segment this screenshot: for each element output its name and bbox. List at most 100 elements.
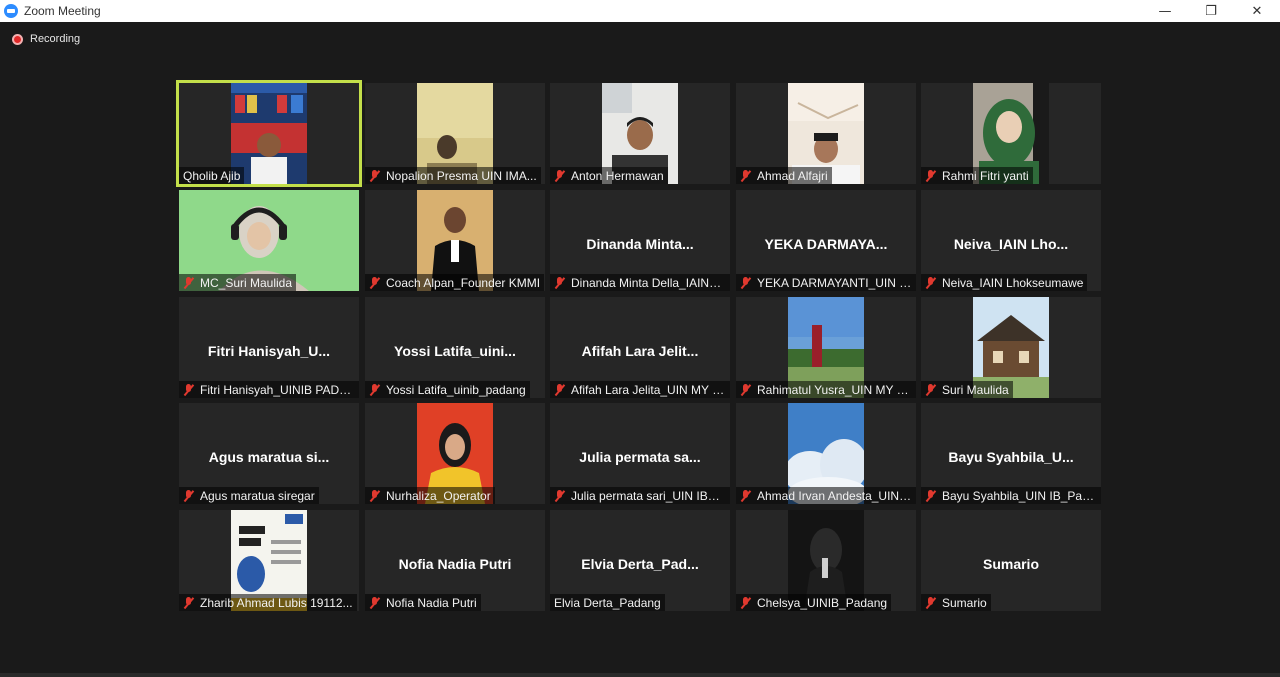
participant-name-label: Nofia Nadia Putri xyxy=(365,594,481,611)
restore-button[interactable]: ❐ xyxy=(1188,0,1234,22)
participant-tile[interactable]: Bayu Syahbila_U... Bayu Syahbila_UIN IB_P… xyxy=(921,403,1101,504)
participant-name: Rahmi Fitri yanti xyxy=(942,168,1029,183)
participant-display-name: Yossi Latifa_uini... xyxy=(394,343,516,359)
participant-tile[interactable]: Neiva_IAIN Lho... Neiva_IAIN Lhokseumawe xyxy=(921,190,1101,291)
participant-name: Suri Maulida xyxy=(942,382,1009,397)
participant-name: Chelsya_UINIB_Padang xyxy=(757,595,888,610)
participant-name-label: Dinanda Minta Della_IAIN_L... xyxy=(550,274,730,291)
participant-tile[interactable]: Ahmad Alfajri xyxy=(736,83,916,184)
participant-name: Julia permata sari_UIN IB_P... xyxy=(571,488,726,503)
participant-tile[interactable]: Suri Maulida xyxy=(921,297,1101,398)
muted-microphone-icon xyxy=(183,596,194,609)
participant-name: Nopalion Presma UIN IMA... xyxy=(386,168,537,183)
muted-microphone-icon xyxy=(369,383,380,396)
participant-tile[interactable]: Qholib Ajib xyxy=(176,80,362,187)
participant-tile[interactable]: Coach Alpan_Founder KMMI xyxy=(365,190,545,291)
participant-tile[interactable]: Dinanda Minta... Dinanda Minta Della_IAIN… xyxy=(550,190,730,291)
participant-name-label: Bayu Syahbila_UIN IB_Pada... xyxy=(921,487,1101,504)
participant-name: Yossi Latifa_uinib_padang xyxy=(386,382,526,397)
participant-tile[interactable]: Julia permata sa... Julia permata sari_UI… xyxy=(550,403,730,504)
close-button[interactable]: ✕ xyxy=(1234,0,1280,22)
participant-name: Sumario xyxy=(942,595,987,610)
participant-name-label: Nurhaliza_Operator xyxy=(365,487,495,504)
participant-name-label: Chelsya_UINIB_Padang xyxy=(736,594,892,611)
participant-name-label: MC_Suri Maulida xyxy=(179,274,297,291)
participant-name: Qholib Ajib xyxy=(183,168,241,183)
gallery-view-grid: Qholib Ajib Nopalion Presma UIN IMA... Ant… xyxy=(176,80,1101,611)
bottom-edge xyxy=(0,673,1280,677)
participant-tile[interactable]: Sumario Sumario xyxy=(921,510,1101,611)
participant-tile[interactable]: Agus maratua si... Agus maratua siregar xyxy=(179,403,359,504)
participant-name: Fitri Hanisyah_UINIB PADA... xyxy=(200,382,355,397)
participant-name-label: Julia permata sari_UIN IB_P... xyxy=(550,487,730,504)
participant-name-label: Rahimatul Yusra_UIN MY B... xyxy=(736,381,916,398)
window-controls: — ❐ ✕ xyxy=(1142,0,1280,22)
participant-tile[interactable]: Elvia Derta_Pad... Elvia Derta_Padang xyxy=(550,510,730,611)
window-title: Zoom Meeting xyxy=(24,4,101,18)
muted-microphone-icon xyxy=(183,276,194,289)
participant-name-label: Suri Maulida xyxy=(921,381,1013,398)
recording-indicator[interactable]: Recording xyxy=(12,33,80,45)
participant-display-name: Julia permata sa... xyxy=(579,449,701,465)
participant-tile[interactable]: Ahmad Irvan Andesta_UIN I... xyxy=(736,403,916,504)
participant-tile[interactable]: Afifah Lara Jelit... Afifah Lara Jelita_U… xyxy=(550,297,730,398)
participant-tile[interactable]: Rahmi Fitri yanti xyxy=(921,83,1101,184)
minimize-button[interactable]: — xyxy=(1142,0,1188,22)
muted-microphone-icon xyxy=(183,383,194,396)
participant-tile[interactable]: YEKA DARMAYA... YEKA DARMAYANTI_UIN IB_..… xyxy=(736,190,916,291)
participant-name-label: Ahmad Irvan Andesta_UIN I... xyxy=(736,487,916,504)
participant-tile[interactable]: Chelsya_UINIB_Padang xyxy=(736,510,916,611)
participant-tile[interactable]: Fitri Hanisyah_U... Fitri Hanisyah_UINIB … xyxy=(179,297,359,398)
zoom-logo-icon xyxy=(4,4,18,18)
participant-name-label: Neiva_IAIN Lhokseumawe xyxy=(921,274,1088,291)
participant-tile[interactable]: Nopalion Presma UIN IMA... xyxy=(365,83,545,184)
muted-microphone-icon xyxy=(554,383,565,396)
muted-microphone-icon xyxy=(740,596,751,609)
participant-name: Ahmad Irvan Andesta_UIN I... xyxy=(757,488,912,503)
muted-microphone-icon xyxy=(369,489,380,502)
muted-microphone-icon xyxy=(925,276,936,289)
participant-tile[interactable]: Rahimatul Yusra_UIN MY B... xyxy=(736,297,916,398)
participant-name-label: Elvia Derta_Padang xyxy=(550,594,665,611)
muted-microphone-icon xyxy=(554,489,565,502)
participant-display-name: YEKA DARMAYA... xyxy=(764,236,888,252)
participant-name: Nurhaliza_Operator xyxy=(386,488,491,503)
participant-name-label: Afifah Lara Jelita_UIN MY B... xyxy=(550,381,730,398)
participant-name-label: Qholib Ajib xyxy=(179,167,245,184)
participant-display-name: Bayu Syahbila_U... xyxy=(948,449,1074,465)
participant-name-label: Anton Hermawan xyxy=(550,167,668,184)
participant-name: Anton Hermawan xyxy=(571,168,664,183)
muted-microphone-icon xyxy=(369,169,380,182)
participant-name: Dinanda Minta Della_IAIN_L... xyxy=(571,275,726,290)
window-titlebar: Zoom Meeting — ❐ ✕ xyxy=(0,0,1280,22)
participant-name-label: Sumario xyxy=(921,594,991,611)
participant-tile[interactable]: Nofia Nadia Putri Nofia Nadia Putri xyxy=(365,510,545,611)
participant-tile[interactable]: Yossi Latifa_uini... Yossi Latifa_uinib_p… xyxy=(365,297,545,398)
participant-name: Agus maratua siregar xyxy=(200,488,315,503)
muted-microphone-icon xyxy=(740,489,751,502)
participant-name: Ahmad Alfajri xyxy=(757,168,828,183)
participant-tile[interactable]: Nurhaliza_Operator xyxy=(365,403,545,504)
participant-name: Zharib Ahmad Lubis 19112... xyxy=(200,595,353,610)
participant-display-name: Sumario xyxy=(982,556,1039,572)
participant-name-label: YEKA DARMAYANTI_UIN IB_... xyxy=(736,274,916,291)
recording-label: Recording xyxy=(30,33,81,45)
participant-name: Afifah Lara Jelita_UIN MY B... xyxy=(571,382,726,397)
muted-microphone-icon xyxy=(554,169,565,182)
muted-microphone-icon xyxy=(740,169,751,182)
participant-tile[interactable]: Anton Hermawan xyxy=(550,83,730,184)
muted-microphone-icon xyxy=(183,489,194,502)
muted-microphone-icon xyxy=(925,383,936,396)
participant-tile[interactable]: MC_Suri Maulida xyxy=(179,190,359,291)
muted-microphone-icon xyxy=(740,276,751,289)
participant-display-name: Elvia Derta_Pad... xyxy=(581,556,699,572)
participant-tile[interactable]: Zharib Ahmad Lubis 19112... xyxy=(179,510,359,611)
participant-name-label: Rahmi Fitri yanti xyxy=(921,167,1033,184)
participant-name-label: Agus maratua siregar xyxy=(179,487,319,504)
participant-display-name: Neiva_IAIN Lho... xyxy=(953,236,1069,252)
participant-name-label: Fitri Hanisyah_UINIB PADA... xyxy=(179,381,359,398)
participant-display-name: Afifah Lara Jelit... xyxy=(581,343,699,359)
participant-display-name: Nofia Nadia Putri xyxy=(398,556,512,572)
muted-microphone-icon xyxy=(740,383,751,396)
participant-name: Rahimatul Yusra_UIN MY B... xyxy=(757,382,912,397)
